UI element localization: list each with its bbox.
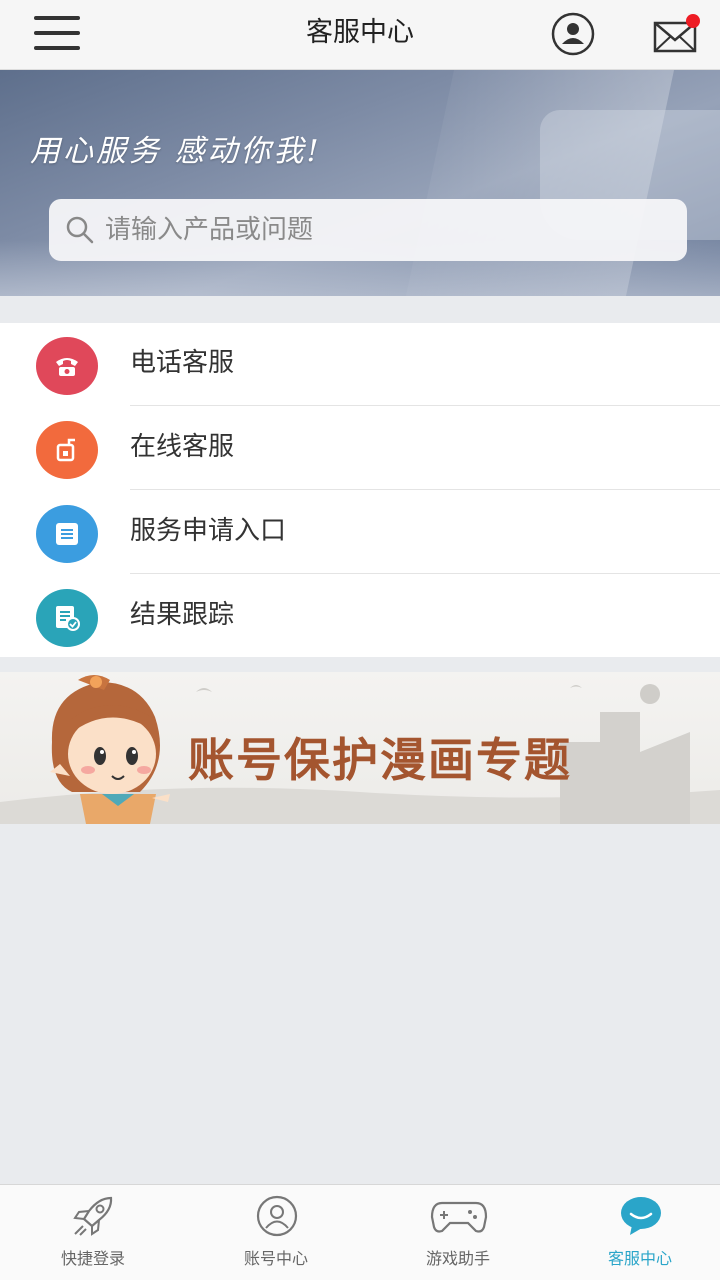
tab-label: 客服中心	[607, 1249, 672, 1268]
search-icon	[65, 215, 95, 245]
hero-banner: 用心服务 感动你我!	[0, 70, 720, 296]
menu-item-label: 电话客服	[130, 348, 235, 378]
menu-item-label: 结果跟踪	[130, 600, 235, 630]
phone-icon	[36, 337, 98, 395]
chat-icon	[36, 421, 98, 479]
menu-item-label: 服务申请入口	[130, 516, 287, 546]
form-icon	[36, 505, 98, 563]
promo-title: 账号保护漫画专题	[188, 733, 572, 787]
account-protection-comic-banner[interactable]: 账号保护漫画专题	[0, 672, 720, 824]
top-nav-bar: 客服中心	[0, 0, 720, 70]
tab-customer-service[interactable]: 客服中心	[550, 1185, 720, 1280]
menu-item-result-tracking[interactable]: 结果跟踪	[0, 575, 720, 658]
tab-label: 快捷登录	[60, 1249, 125, 1268]
search-input[interactable]	[105, 199, 675, 261]
menu-item-online-service[interactable]: 在线客服	[0, 407, 720, 490]
tab-game-assistant[interactable]: 游戏助手	[368, 1185, 548, 1280]
tab-label: 游戏助手	[425, 1249, 490, 1268]
service-menu-list: 电话客服 在线客服 服务申请入口 结果跟踪	[0, 323, 720, 657]
menu-item-service-application[interactable]: 服务申请入口	[0, 491, 720, 574]
rocket-icon	[71, 1195, 117, 1237]
track-icon	[36, 589, 98, 647]
search-bar[interactable]	[49, 199, 687, 261]
menu-item-phone-service[interactable]: 电话客服	[0, 323, 720, 406]
tab-quick-login[interactable]: 快捷登录	[3, 1185, 183, 1280]
profile-icon[interactable]	[550, 11, 596, 57]
bottom-tab-bar: 快捷登录 账号中心 游戏助手 客服中心	[0, 1184, 720, 1280]
hamburger-menu-icon[interactable]	[34, 14, 82, 52]
speech-bubble-icon	[618, 1195, 664, 1237]
tab-label: 账号中心	[243, 1249, 308, 1268]
gamepad-icon	[430, 1195, 488, 1237]
cartoon-girl-mascot	[50, 675, 170, 824]
mail-icon[interactable]	[652, 13, 702, 55]
unread-badge	[686, 14, 700, 28]
tab-account-center[interactable]: 账号中心	[186, 1185, 366, 1280]
user-icon	[254, 1195, 300, 1237]
menu-item-label: 在线客服	[130, 432, 235, 462]
banner-slogan: 用心服务 感动你我!	[30, 134, 322, 169]
page-title: 客服中心	[306, 17, 414, 48]
